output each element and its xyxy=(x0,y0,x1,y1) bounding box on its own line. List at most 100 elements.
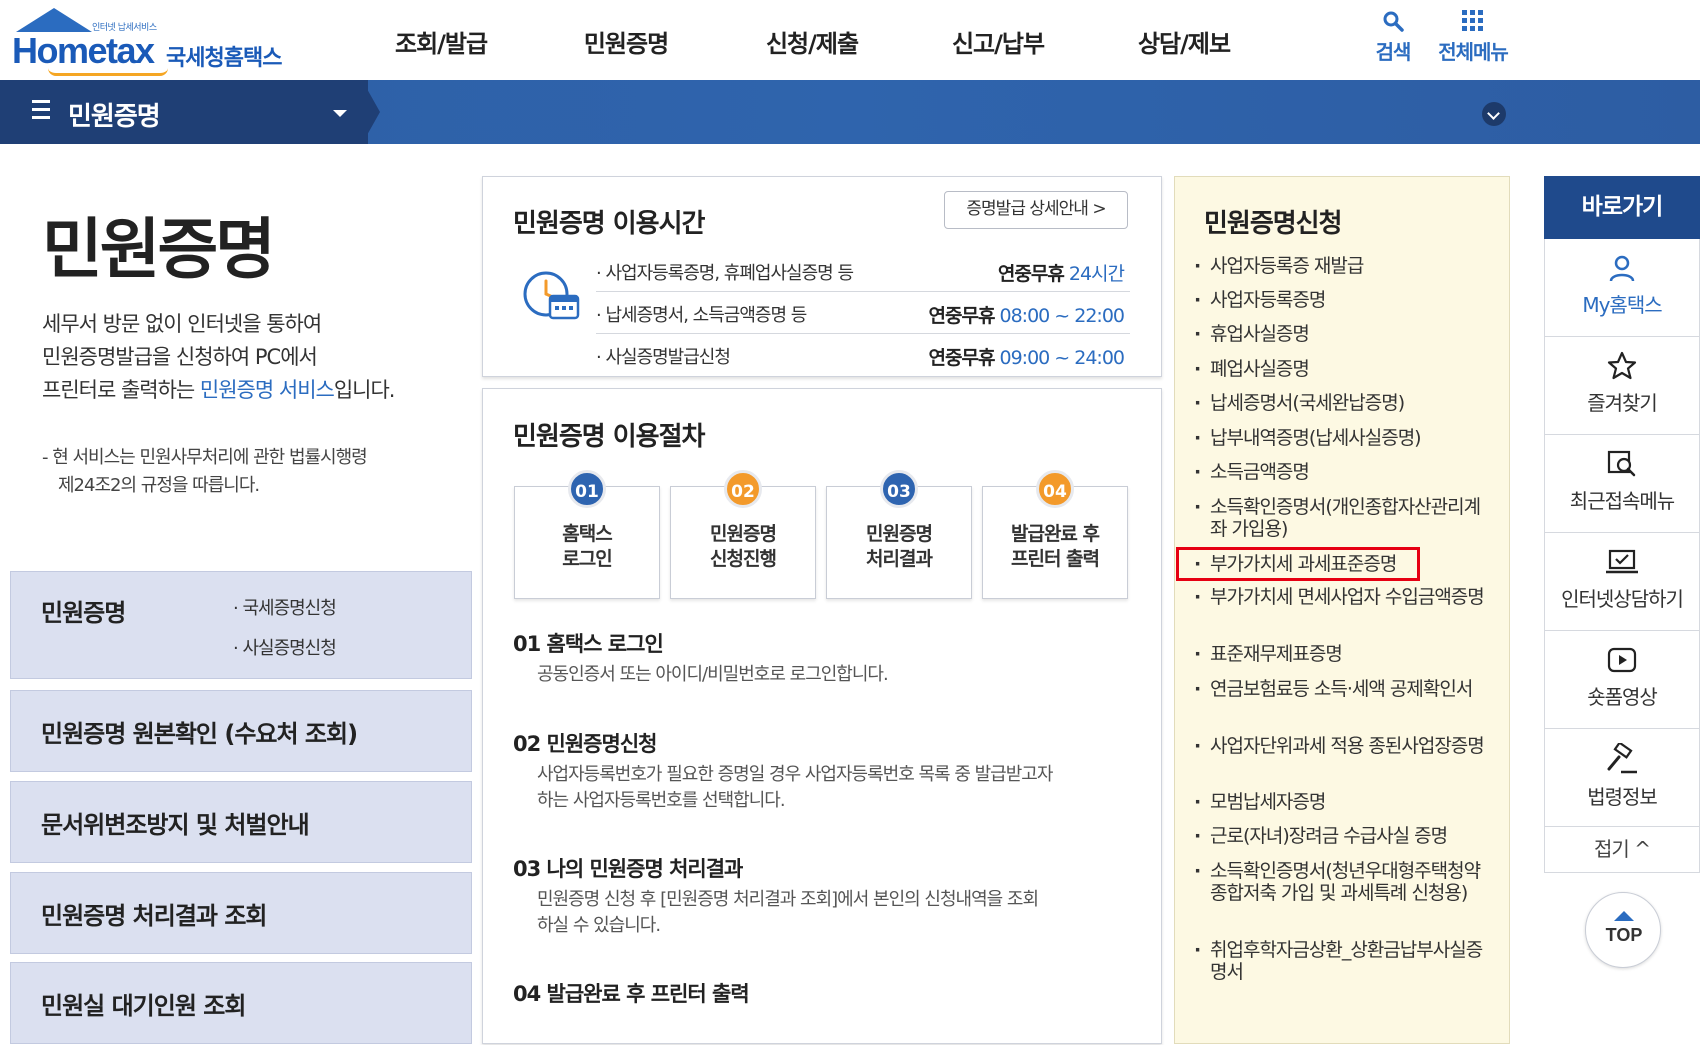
subbar-title[interactable]: 민원증명 xyxy=(68,96,161,133)
cert-link-financial-statement[interactable]: 표준재무제표증명 xyxy=(1194,643,1494,665)
cert-link-income-housing[interactable]: 소득확인증명서(청년우대형주택청약종합저축 가입 및 과세특례 신청용) xyxy=(1194,860,1494,904)
desc-line-3-post: 입니다. xyxy=(333,378,396,402)
scroll-top-button[interactable]: TOP xyxy=(1585,892,1661,968)
page-title: 민원증명 xyxy=(42,211,276,288)
quick-menu-fold-button[interactable]: 접기 ^ xyxy=(1544,827,1700,873)
search-icon xyxy=(1383,11,1404,32)
step-number-badge: 04 xyxy=(1036,470,1074,508)
logo-roof-icon xyxy=(16,8,92,32)
quick-item-label: My홈택스 xyxy=(1582,293,1662,317)
menu-box-title: 민원증명 처리결과 조회 xyxy=(41,902,268,930)
nav-inquiry-issue[interactable]: 조회/발급 xyxy=(355,24,533,59)
cert-link-income-amount[interactable]: 소득금액증명 xyxy=(1194,461,1494,483)
usage-time-value: 연중무휴 08:00 ~ 22:00 xyxy=(929,301,1125,328)
nav-apply-submit[interactable]: 신청/제출 xyxy=(719,24,905,59)
nav-report-payment[interactable]: 신고/납부 xyxy=(905,24,1091,59)
star-icon xyxy=(1607,351,1637,380)
cert-link-vat-exempt[interactable]: 부가가치세 면세사업자 수입금액증명 xyxy=(1194,586,1494,608)
desc-line-1: 세무서 방문 없이 인터넷을 통하여 xyxy=(42,312,322,336)
step-label-line: 프린터 출력 xyxy=(1010,548,1100,570)
quick-item-label: 법령정보 xyxy=(1587,785,1658,809)
subbar-menu-dropdown[interactable]: 민원증명 xyxy=(0,80,368,144)
nav-consult-report[interactable]: 상담/제보 xyxy=(1091,24,1277,59)
quick-law-info[interactable]: 법령정보 xyxy=(1544,729,1700,827)
menu-box-forgery-prevention[interactable]: 문서위변조방지 및 처벌안내 xyxy=(10,781,472,863)
scroll-top-label: TOP xyxy=(1605,925,1643,945)
caret-down-icon xyxy=(333,110,347,117)
menu-box-civil-certificate[interactable]: 민원증명 · 국세증명신청 · 사실증명신청 xyxy=(10,571,472,679)
quick-shortform-video[interactable]: 숏폼영상 xyxy=(1544,631,1700,729)
usage-time-value: 연중무휴 09:00 ~ 24:00 xyxy=(929,343,1125,370)
step-label: 홈택스 로그인 xyxy=(514,522,660,572)
step-label-line: 민원증명 xyxy=(866,523,933,545)
quick-my-hometax[interactable]: My홈택스 xyxy=(1544,239,1700,337)
quick-favorites[interactable]: 즐겨찾기 xyxy=(1544,337,1700,435)
certificate-detail-button[interactable]: 증명발급 상세안내 > xyxy=(944,191,1128,229)
menu-box-title: 문서위변조방지 및 처벌안내 xyxy=(41,811,310,839)
menu-box-title: 민원증명 xyxy=(41,599,126,627)
cert-link-tax-payment[interactable]: 납세증명서(국세완납증명) xyxy=(1194,392,1494,414)
nav-civil-certificate[interactable]: 민원증명 xyxy=(533,24,719,59)
quick-menu-title: 바로가기 xyxy=(1544,176,1700,239)
hometax-logo[interactable]: 인터넷 납세서비스 Hometax 국세청홈택스 xyxy=(8,6,308,76)
link-national-tax-certificate[interactable]: · 국세증명신청 xyxy=(233,594,337,620)
certificate-apply-title: 민원증명신청 xyxy=(1204,209,1343,239)
quick-item-label: 숏폼영상 xyxy=(1587,685,1658,709)
step-number-badge: 03 xyxy=(880,470,918,508)
step-label-line: 발급완료 후 xyxy=(1010,523,1100,545)
step-label-line: 민원증명 xyxy=(710,523,777,545)
arrow-up-icon xyxy=(1614,911,1634,921)
usage-time-label: · 사업자등록증명, 휴폐업사실증명 등 xyxy=(596,263,854,284)
cert-link-business-reg-reissue[interactable]: 사업자등록증 재발급 xyxy=(1194,255,1494,277)
quick-recent-menu[interactable]: 최근접속메뉴 xyxy=(1544,435,1700,533)
menu-box-title: 민원실 대기인원 조회 xyxy=(41,992,246,1020)
link-fact-certificate[interactable]: · 사실증명신청 xyxy=(233,634,337,660)
cert-link-model-taxpayer[interactable]: 모범납세자증명 xyxy=(1194,791,1494,813)
sub-navigation-bar: 민원증명 xyxy=(0,80,1700,144)
logo-korean-name: 국세청홈택스 xyxy=(166,46,282,71)
expand-chevron-icon[interactable] xyxy=(1482,102,1506,126)
hamburger-icon xyxy=(32,100,50,124)
quick-online-consult[interactable]: 인터넷상담하기 xyxy=(1544,533,1700,631)
step-label-line: 로그인 xyxy=(562,548,612,570)
usage-time-value: 연중무휴 24시간 xyxy=(998,259,1125,286)
menu-box-original-check[interactable]: 민원증명 원본확인 (수요처 조회) xyxy=(10,690,472,772)
subbar-arrow-shape xyxy=(362,80,380,144)
step-label: 민원증명신청진행 xyxy=(670,522,816,572)
usage-time-title: 민원증명 이용시간 xyxy=(513,209,705,239)
quick-item-label: 인터넷상담하기 xyxy=(1561,587,1684,611)
step-number-badge: 01 xyxy=(568,470,606,508)
procedure-detail-text: 하실 수 있습니다. xyxy=(537,915,661,936)
all-menu-label: 전체메뉴 xyxy=(1438,40,1509,64)
clock-calendar-icon xyxy=(523,271,580,320)
cert-link-income-isa[interactable]: 소득확인증명서(개인종합자산관리계좌 가입용) xyxy=(1194,496,1494,540)
desc-highlight: 민원증명 서비스 xyxy=(199,378,335,402)
cert-link-business-reg[interactable]: 사업자등록증명 xyxy=(1194,289,1494,311)
procedure-detail-text: 사업자등록번호가 필요한 증명일 경우 사업자등록번호 목록 중 발급받고자 xyxy=(537,764,1053,785)
cert-link-student-loan[interactable]: 취업후학자금상환_상환금납부사실증명서 xyxy=(1194,939,1494,983)
step-label-line: 신청진행 xyxy=(710,548,777,570)
usage-time-label: · 사실증명발급신청 xyxy=(596,347,731,368)
usage-time-hours: 24시간 xyxy=(1068,263,1125,285)
procedure-detail-heading: 03 나의 민원증명 처리결과 xyxy=(513,857,743,881)
cert-link-incentive[interactable]: 근로(자녀)장려금 수급사실 증명 xyxy=(1194,825,1494,847)
procedure-detail-text: 민원증명 신청 후 [민원증명 처리결과 조회]에서 본인의 신청내역을 조회 xyxy=(537,889,1039,910)
menu-box-result-inquiry[interactable]: 민원증명 처리결과 조회 xyxy=(10,872,472,954)
quick-item-label: 최근접속메뉴 xyxy=(1569,489,1675,513)
cert-link-suspension[interactable]: 휴업사실증명 xyxy=(1194,323,1494,345)
search-button[interactable]: 검색 xyxy=(1368,10,1418,65)
cert-link-payment-history[interactable]: 납부내역증명(납세사실증명) xyxy=(1194,427,1494,449)
menu-box-waiting-inquiry[interactable]: 민원실 대기인원 조회 xyxy=(10,962,472,1044)
cert-link-pension-deduction[interactable]: 연금보험료등 소득·세액 공제확인서 xyxy=(1194,678,1494,700)
note-line-2: 제24조2의 규정을 따릅니다. xyxy=(58,475,260,496)
recent-search-icon xyxy=(1607,450,1636,477)
note-line-1: - 현 서비스는 민원사무처리에 관한 법률시행령 xyxy=(42,447,368,468)
logo-swoosh-icon xyxy=(48,68,168,76)
play-video-icon xyxy=(1607,647,1637,673)
cert-link-closure[interactable]: 폐업사실증명 xyxy=(1194,358,1494,380)
all-menu-button[interactable]: 전체메뉴 xyxy=(1432,10,1514,65)
quick-item-label: 즐겨찾기 xyxy=(1587,391,1658,415)
usage-time-row: · 납세증명서, 소득금액증명 등 연중무휴 08:00 ~ 22:00 xyxy=(596,293,1130,334)
step-label: 민원증명 처리결과 xyxy=(826,522,972,572)
cert-link-unit-tax[interactable]: 사업자단위과세 적용 종된사업장증명 xyxy=(1194,735,1494,757)
